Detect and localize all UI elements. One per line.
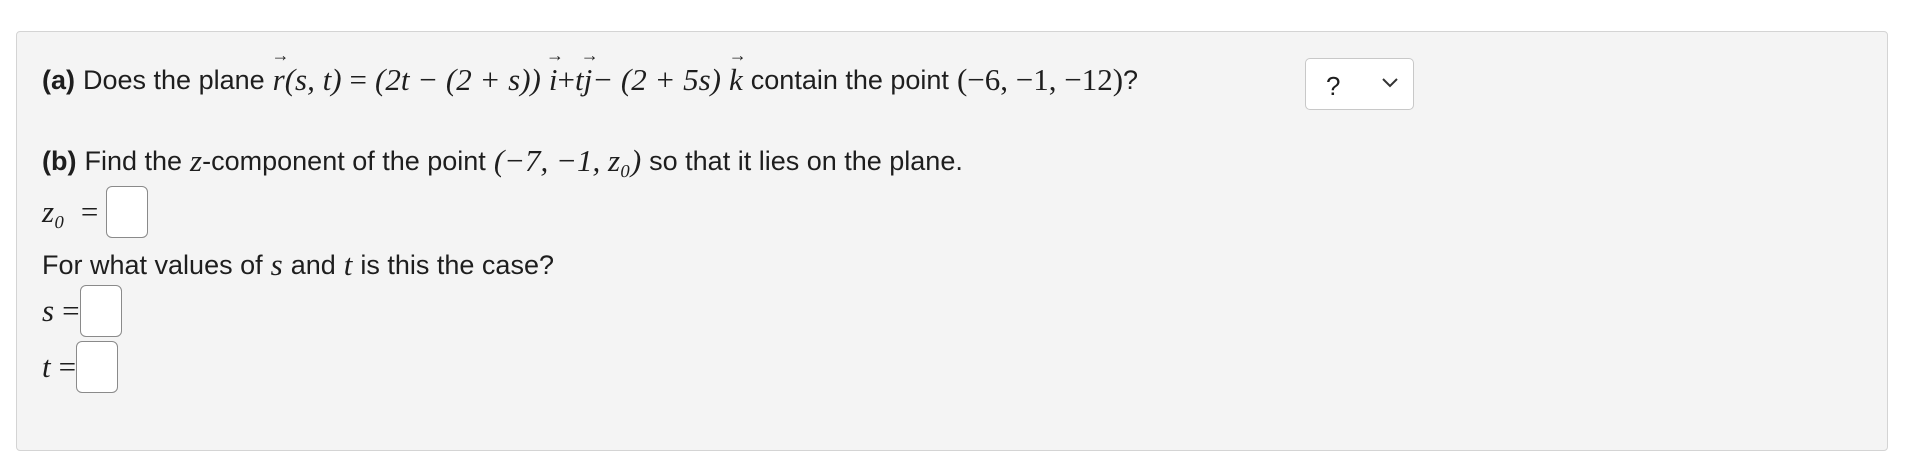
vector-r: r → (271, 45, 290, 97)
part-b-text2: -component of the point (202, 145, 486, 176)
chevron-down-icon (1382, 78, 1398, 88)
st-question-end: is this the case? (360, 249, 554, 280)
part-b-point: (−7, −1, z₀) (493, 143, 642, 178)
unit-vector-j: j → (580, 45, 599, 97)
unit-vector-i: i → (545, 45, 564, 97)
part-a-text-before: Does the plane (83, 64, 265, 95)
z-variable: z (190, 143, 203, 178)
part-a-line: (a) Does the plane r → (s, t) = (2t − (2 … (42, 45, 1139, 98)
select-value: ? (1326, 71, 1341, 101)
s-label: s (42, 293, 55, 328)
z0-input[interactable] (106, 186, 149, 238)
st-question-line: For what values of s and t is this the c… (42, 247, 554, 283)
part-b-text3: so that it lies on the plane. (649, 145, 963, 176)
expr-j-coefficient: t (574, 62, 584, 97)
part-a-point: (−6, −1, −12) (956, 62, 1124, 97)
z0-equals: = (80, 194, 99, 229)
t-answer-row: t = (42, 341, 119, 393)
part-b-text1: Find the (84, 145, 183, 176)
t-input[interactable] (76, 341, 119, 393)
s-input[interactable] (79, 285, 122, 337)
st-question-text: For what values of (42, 249, 263, 280)
part-b-label: (b) (42, 145, 77, 176)
plus-sign: + (557, 62, 575, 97)
part-a-text-after: contain the point (750, 64, 949, 95)
s-variable: s (270, 247, 283, 282)
t-variable: t (343, 247, 353, 282)
expr-k-coefficient: − (2 + 5s) (592, 62, 722, 97)
s-answer-row: s = (42, 285, 122, 337)
s-equals: = (62, 293, 80, 328)
z0-answer-row: z₀ = (42, 186, 149, 238)
equals-sign: = (349, 62, 368, 97)
z0-label: z₀ (42, 194, 65, 229)
and-text: and (290, 249, 336, 280)
question-mark: ? (1123, 64, 1139, 95)
r-args: (s, t) (284, 62, 342, 97)
part-a-label: (a) (42, 64, 75, 95)
expr-i-coefficient: (2t − (2 + s)) (375, 62, 541, 97)
part-b-line: (b) Find the z -component of the point (… (42, 143, 963, 179)
t-equals: = (58, 349, 77, 384)
answer-select-dropdown[interactable]: ? (1305, 58, 1414, 110)
unit-vector-k: k → (728, 45, 747, 97)
t-label: t (42, 349, 51, 384)
